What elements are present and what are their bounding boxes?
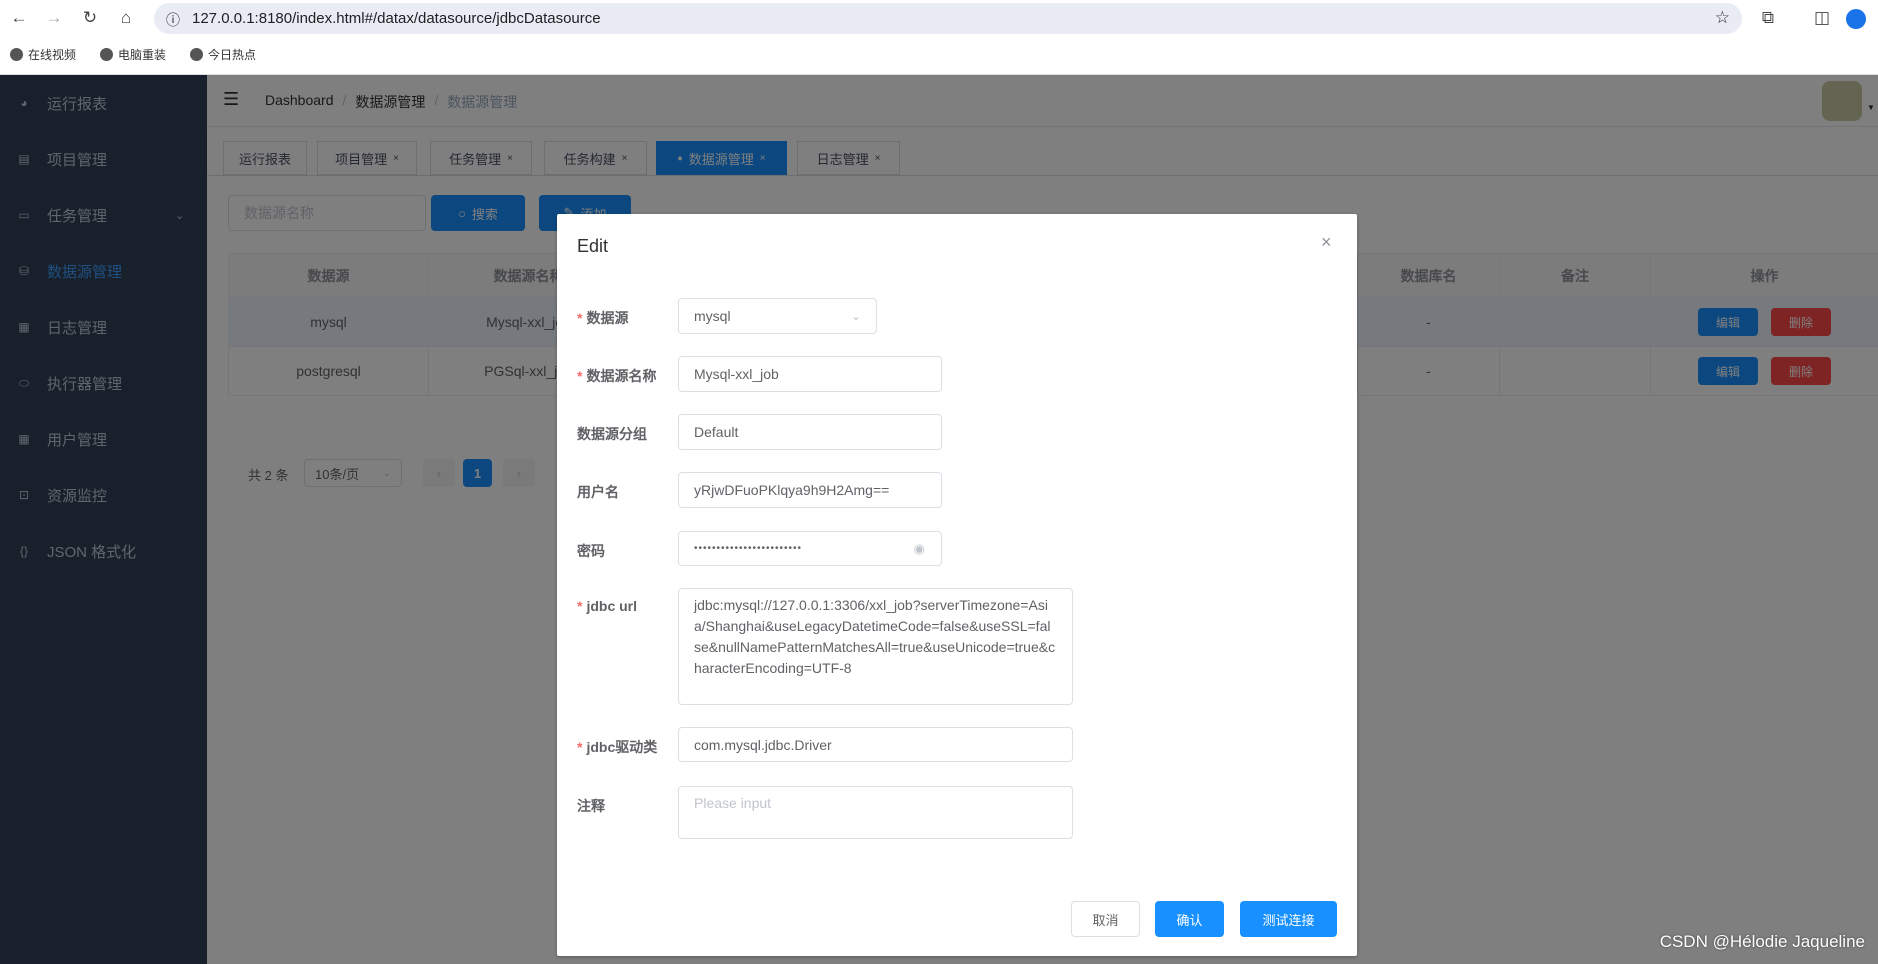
required-mark: * (577, 310, 583, 326)
field-label: * jdbc url (577, 598, 637, 614)
browser-toolbar: ← → ↻ ⌂ ⓘ 127.0.0.1:8180/index.html#/dat… (0, 0, 1878, 37)
jdbc-driver-input[interactable]: com.mysql.jdbc.Driver (678, 727, 1073, 762)
field-label: 密码 (577, 541, 605, 561)
input-value: Default (694, 424, 739, 440)
label-text: 数据源名称 (586, 368, 657, 384)
forward-icon[interactable]: → (43, 8, 65, 28)
label-text: 数据源分组 (577, 426, 647, 442)
field-label: * jdbc驱动类 (577, 737, 657, 757)
home-icon[interactable]: ⌂ (115, 8, 137, 28)
globe-icon (190, 48, 203, 61)
back-icon[interactable]: ← (8, 8, 30, 28)
input-value: com.mysql.jdbc.Driver (694, 736, 832, 753)
label-text: 数据源 (586, 310, 629, 326)
close-icon[interactable]: × (1321, 232, 1332, 253)
bookmark[interactable]: 在线视频 (10, 46, 76, 63)
star-icon[interactable]: ☆ (1715, 8, 1730, 28)
jdbc-url-textarea[interactable]: jdbc:mysql://127.0.0.1:3306/xxl_job?serv… (678, 588, 1073, 705)
bookmark-label: 在线视频 (28, 48, 77, 62)
field-label: 用户名 (577, 482, 619, 502)
cancel-button[interactable]: 取消 (1071, 901, 1140, 937)
sidepanel-icon[interactable]: ◫ (1811, 8, 1833, 28)
input-value: •••••••••••••••••••••••• (694, 543, 803, 554)
test-connection-button[interactable]: 测试连接 (1240, 901, 1337, 937)
username-input[interactable]: yRjwDFuoPKlqya9h9H2Amg== (678, 472, 942, 508)
required-mark: * (577, 368, 583, 384)
field-label: * 数据源 (577, 308, 628, 328)
bookmark-label: 今日热点 (208, 48, 257, 62)
bookmark[interactable]: 电脑重装 (100, 46, 166, 63)
label-text: 密码 (577, 543, 605, 559)
confirm-button[interactable]: 确认 (1155, 901, 1224, 937)
input-value: Mysql-xxl_job (694, 366, 779, 382)
bookmarks-bar: 在线视频 电脑重装 今日热点 (0, 37, 1878, 75)
reload-icon[interactable]: ↻ (79, 8, 101, 28)
label-text: jdbc url (586, 598, 638, 614)
info-icon[interactable]: ⓘ (166, 10, 180, 30)
required-mark: * (577, 739, 583, 755)
password-input[interactable]: •••••••••••••••••••••••• ◉ (678, 531, 942, 566)
field-label: 注释 (577, 796, 605, 816)
address-bar[interactable]: ⓘ 127.0.0.1:8180/index.html#/datax/datas… (154, 3, 1742, 34)
bookmark[interactable]: 今日热点 (190, 46, 256, 63)
label-text: 注释 (577, 798, 605, 814)
dialog-title: Edit (577, 236, 609, 256)
bookmark-label: 电脑重装 (118, 48, 167, 62)
field-label: * 数据源名称 (577, 366, 656, 386)
profile-icon[interactable] (1846, 9, 1866, 29)
placeholder: Please input (694, 795, 772, 811)
textarea-value: jdbc:mysql://127.0.0.1:3306/xxl_job?serv… (694, 597, 1056, 676)
url-text: 127.0.0.1:8180/index.html#/datax/datasou… (192, 10, 601, 27)
chevron-down-icon: ⌄ (850, 309, 861, 323)
datasource-name-input[interactable]: Mysql-xxl_job (678, 356, 942, 392)
select-value: mysql (694, 308, 731, 324)
comment-textarea[interactable]: Please input (678, 786, 1073, 839)
globe-icon (10, 48, 23, 61)
extensions-icon[interactable]: ⧉ (1757, 8, 1779, 28)
label-text: 用户名 (577, 484, 619, 500)
required-mark: * (577, 598, 583, 614)
edit-dialog: Edit × * 数据源 mysql ⌄ * 数据源名称 Mysql-xxl_job … (557, 214, 1357, 956)
eye-icon[interactable]: ◉ (914, 541, 926, 557)
datasource-select[interactable]: mysql ⌄ (678, 298, 877, 334)
input-value: yRjwDFuoPKlqya9h9H2Amg== (694, 482, 890, 498)
label-text: jdbc驱动类 (586, 739, 658, 755)
field-label: 数据源分组 (577, 424, 647, 444)
datasource-group-input[interactable]: Default (678, 414, 942, 450)
watermark: CSDN @Hélodie Jaqueline (1659, 932, 1865, 951)
globe-icon (100, 48, 113, 61)
